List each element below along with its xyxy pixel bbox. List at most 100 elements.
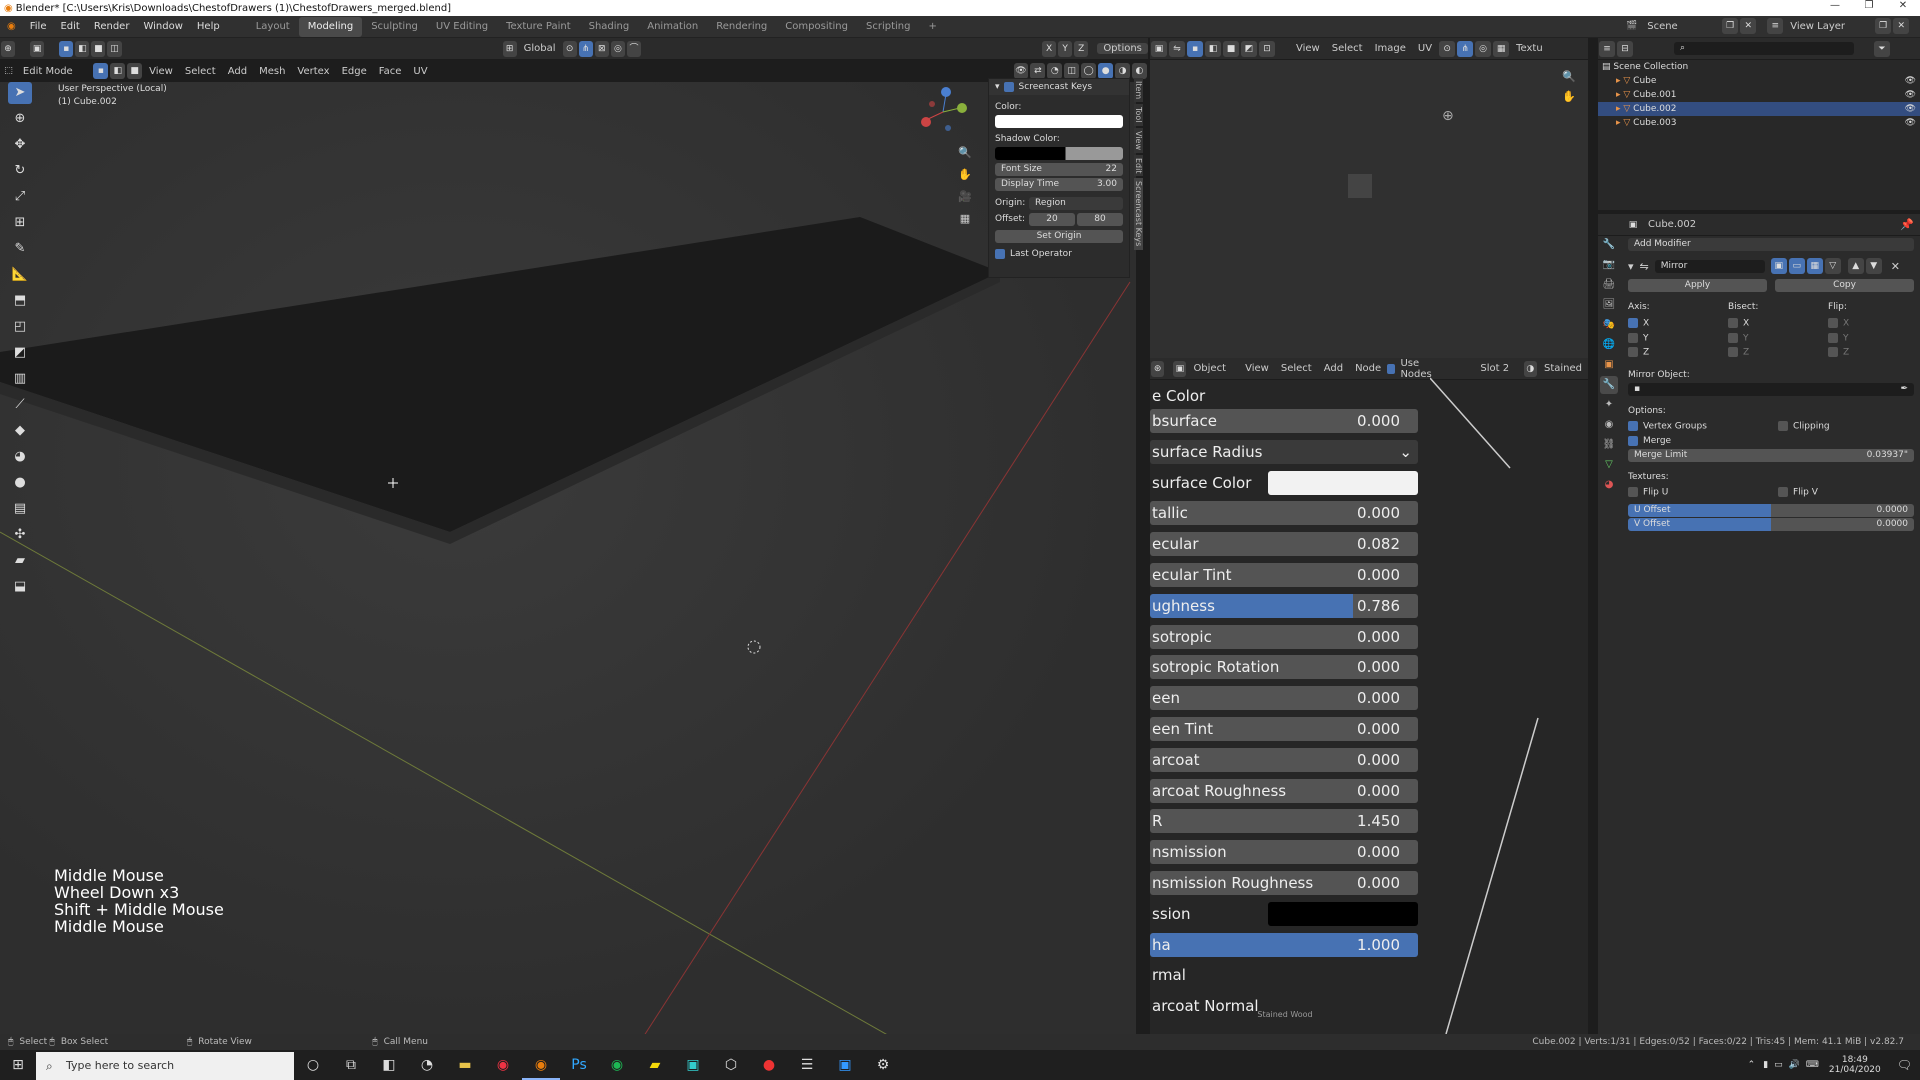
navigation-gizmo[interactable] bbox=[918, 84, 968, 140]
zoom-icon[interactable]: 🔍 bbox=[1562, 70, 1576, 83]
render-toggle-icon[interactable]: ▦ bbox=[1806, 258, 1823, 274]
material-prop-row[interactable]: nsmission Roughness 0.000 bbox=[1150, 871, 1418, 895]
material-prop-row[interactable]: sotropic 0.000 bbox=[1150, 624, 1418, 649]
minimize-icon[interactable]: — bbox=[1818, 0, 1852, 11]
outliner-type-icon[interactable]: ≡ bbox=[1599, 40, 1615, 57]
gizmo-icon[interactable]: ⇄ bbox=[1030, 63, 1046, 79]
tab-view[interactable]: View bbox=[1134, 127, 1143, 153]
tray-battery-icon[interactable]: ▮ bbox=[1763, 1060, 1768, 1070]
tab-tool[interactable]: Tool bbox=[1134, 104, 1143, 126]
blender-menu-icon[interactable]: ◉ bbox=[0, 21, 23, 32]
view-layer-name[interactable]: View Layer bbox=[1784, 21, 1874, 32]
eyedropper-icon[interactable]: ✒ bbox=[1900, 383, 1908, 396]
notifications-icon[interactable]: 🗨 bbox=[1897, 1058, 1912, 1072]
tab-compositing[interactable]: Compositing bbox=[776, 17, 857, 37]
outliner-item-cube-002[interactable]: ▸ ▽ Cube.002 👁 bbox=[1598, 102, 1920, 116]
tab-scripting[interactable]: Scripting bbox=[857, 17, 919, 37]
material-prop-row[interactable]: surface Radius ⌄ bbox=[1150, 439, 1418, 464]
rotate-tool-icon[interactable]: ↻ bbox=[8, 160, 32, 182]
pivot-icon[interactable]: ⊙ bbox=[562, 40, 577, 57]
output-tab-icon[interactable]: 🖨 bbox=[1600, 276, 1618, 294]
flip-u-checkbox[interactable] bbox=[1628, 487, 1638, 497]
view-object-types-icon[interactable]: 👁 bbox=[1013, 63, 1029, 79]
browser-icon[interactable]: ◔ bbox=[408, 1050, 446, 1080]
tab-screencast-keys[interactable]: Screencast Keys bbox=[1134, 178, 1143, 250]
transform-tool-icon[interactable]: ⊞ bbox=[8, 212, 32, 234]
image-menu-view[interactable]: View bbox=[1290, 43, 1326, 54]
outliner-item-cube-001[interactable]: ▸ ▽ Cube.001 👁 bbox=[1598, 88, 1920, 102]
uv-vertex-icon[interactable]: ▪ bbox=[1187, 40, 1203, 57]
face-mode-icon[interactable]: ■ bbox=[127, 63, 143, 79]
axis-x-toggle[interactable]: X bbox=[1042, 40, 1057, 57]
set-origin-button[interactable]: Set Origin bbox=[995, 230, 1123, 243]
vertex-select-icon[interactable]: ▪ bbox=[59, 40, 74, 57]
bisect-y-checkbox[interactable] bbox=[1728, 332, 1738, 343]
transform-orientation-dropdown[interactable]: Global bbox=[518, 43, 562, 54]
solid-shading-icon[interactable]: ● bbox=[1098, 63, 1114, 79]
close-icon[interactable]: ✕ bbox=[1886, 0, 1920, 11]
modifier-collapse-icon[interactable]: ▾ bbox=[1628, 260, 1634, 273]
menu-vertex[interactable]: Vertex bbox=[291, 66, 335, 77]
tray-time[interactable]: 18:49 bbox=[1829, 1055, 1881, 1065]
data-tab-icon[interactable]: ▽ bbox=[1600, 456, 1618, 474]
mode-dropdown[interactable]: Edit Mode bbox=[17, 66, 92, 77]
zoom-icon[interactable]: 🔍 bbox=[956, 146, 974, 168]
overlay-icon[interactable]: ◔ bbox=[1047, 63, 1063, 79]
outliner-search-input[interactable]: ⌕ bbox=[1674, 42, 1854, 55]
new-view-layer-icon[interactable]: ❐ bbox=[1875, 18, 1892, 34]
tab-sculpting[interactable]: Sculpting bbox=[362, 17, 427, 37]
snap-icon[interactable]: ⋔ bbox=[578, 40, 593, 57]
screencast-enable-checkbox[interactable] bbox=[1003, 82, 1014, 92]
bisect-x-checkbox[interactable] bbox=[1728, 318, 1738, 328]
select-box-tool-icon[interactable]: ➤ bbox=[8, 82, 32, 104]
rip-tool-icon[interactable]: ⬓ bbox=[8, 576, 32, 598]
face-select-icon[interactable]: ■ bbox=[91, 40, 106, 57]
visibility-eye-icon[interactable]: 👁 bbox=[1905, 74, 1916, 88]
menu-window[interactable]: Window bbox=[136, 21, 189, 32]
material-prop-row[interactable]: ha 1.000 bbox=[1150, 932, 1418, 957]
shader-editor[interactable]: ⊛ ▣ Object View Select Add Node Use Node… bbox=[1150, 358, 1588, 1034]
wireframe-shading-icon[interactable]: ◯ bbox=[1081, 63, 1097, 79]
measure-tool-icon[interactable]: 📐 bbox=[8, 264, 32, 286]
maximize-icon[interactable]: ❐ bbox=[1852, 0, 1886, 11]
menu-view[interactable]: View bbox=[143, 66, 179, 77]
color-swatch[interactable] bbox=[1268, 901, 1418, 926]
use-nodes-checkbox[interactable] bbox=[1387, 363, 1396, 374]
axis-y-toggle[interactable]: Y bbox=[1058, 40, 1073, 57]
app-red-icon[interactable]: ● bbox=[750, 1050, 788, 1080]
uv-face-icon[interactable]: ■ bbox=[1223, 40, 1239, 57]
viewport-toggle-icon[interactable]: ▭ bbox=[1788, 258, 1805, 274]
shear-tool-icon[interactable]: ▰ bbox=[8, 550, 32, 572]
proportional-edit-icon[interactable]: ◎ bbox=[610, 40, 625, 57]
filter-icon[interactable]: ⏷ bbox=[1874, 40, 1890, 57]
physics-tab-icon[interactable]: ◉ bbox=[1600, 416, 1618, 434]
flip-y-checkbox[interactable] bbox=[1828, 332, 1838, 343]
material-prop-row[interactable]: R 1.450 bbox=[1150, 809, 1418, 834]
cortana-icon[interactable]: ○ bbox=[294, 1050, 332, 1080]
scale-tool-icon[interactable]: ⤢ bbox=[8, 186, 32, 208]
origin-dropdown[interactable]: Region bbox=[1029, 196, 1123, 210]
constraints-tab-icon[interactable]: ⛓ bbox=[1600, 436, 1618, 454]
task-view-icon[interactable]: ⧉ bbox=[332, 1050, 370, 1080]
app-blue-icon[interactable]: ▣ bbox=[826, 1050, 864, 1080]
tray-date[interactable]: 21/04/2020 bbox=[1829, 1065, 1881, 1075]
material-prop-row[interactable]: arcoat Roughness 0.000 bbox=[1150, 778, 1418, 803]
menu-help[interactable]: Help bbox=[190, 21, 227, 32]
modifier-tab-icon[interactable]: 🔧 bbox=[1600, 376, 1618, 394]
bevel-tool-icon[interactable]: ◩ bbox=[8, 342, 32, 364]
panel-collapse-icon[interactable]: ▾ bbox=[995, 79, 1000, 95]
move-tool-icon[interactable]: ✥ bbox=[8, 134, 32, 156]
uv-proportional-icon[interactable]: ◎ bbox=[1475, 40, 1492, 57]
tab-modeling[interactable]: Modeling bbox=[298, 16, 363, 37]
image-menu-image[interactable]: Image bbox=[1369, 43, 1412, 54]
uv-edge-icon[interactable]: ◧ bbox=[1205, 40, 1221, 57]
app-icon[interactable]: ◧ bbox=[370, 1050, 408, 1080]
blender-taskbar-icon[interactable]: ◉ bbox=[522, 1050, 560, 1080]
add-modifier-dropdown[interactable]: Add Modifier bbox=[1628, 238, 1914, 251]
menu-add[interactable]: Add bbox=[222, 66, 253, 77]
node-menu-select[interactable]: Select bbox=[1275, 363, 1318, 374]
copy-button[interactable]: Copy bbox=[1775, 279, 1914, 292]
file-explorer-icon[interactable]: ▬ bbox=[446, 1050, 484, 1080]
shadow-color-swatch[interactable] bbox=[995, 147, 1123, 160]
visibility-eye-icon[interactable]: 👁 bbox=[1905, 88, 1916, 102]
